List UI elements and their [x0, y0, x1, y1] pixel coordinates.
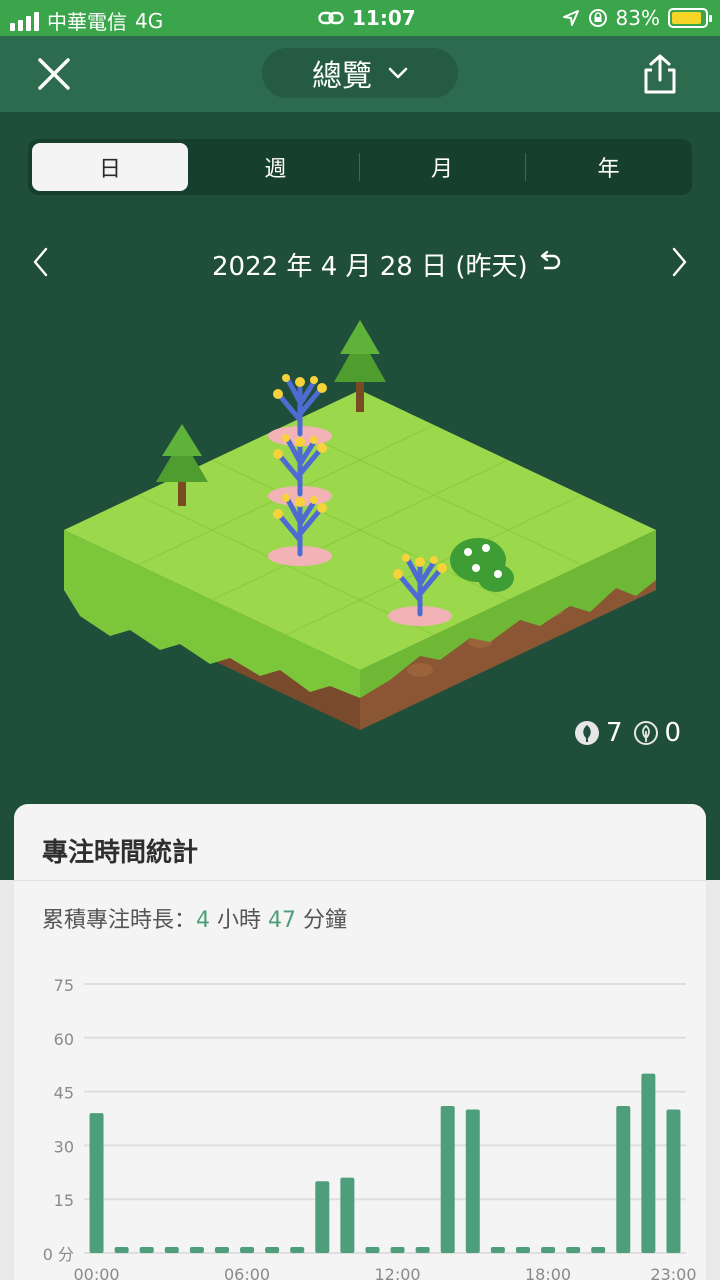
location-icon — [562, 10, 579, 26]
date-navigation: 2022 年 4 月 28 日 (昨天) — [0, 236, 720, 288]
clock-label: 11:07 — [352, 6, 416, 30]
bar[interactable] — [390, 1247, 405, 1253]
y-tick-label: 75 — [54, 976, 74, 995]
bar[interactable] — [365, 1247, 380, 1253]
bar[interactable] — [591, 1247, 606, 1253]
back-to-today-button[interactable] — [536, 248, 564, 276]
bar[interactable] — [641, 1073, 656, 1253]
bar[interactable] — [114, 1247, 129, 1253]
healthy-count-value: 7 — [606, 718, 623, 748]
bar[interactable] — [265, 1247, 280, 1253]
battery-label: 83% — [615, 6, 660, 30]
x-tick-label: 00:00 — [73, 1265, 119, 1280]
signal-icon — [10, 11, 39, 31]
bar[interactable] — [541, 1247, 556, 1253]
battery-icon — [668, 8, 712, 28]
y-tick-label: 45 — [54, 1084, 74, 1103]
bar[interactable] — [240, 1247, 255, 1253]
bar[interactable] — [315, 1181, 330, 1253]
y-tick-label: 15 — [54, 1191, 74, 1210]
bar[interactable] — [164, 1247, 179, 1253]
withered-count-value: 0 — [664, 718, 682, 748]
carrier-label: 中華電信 — [47, 10, 127, 34]
y-tick-label: 60 — [54, 1030, 74, 1049]
minutes-unit: 分鐘 — [303, 908, 348, 933]
bar[interactable] — [340, 1177, 355, 1253]
close-icon — [38, 58, 70, 90]
tab-month[interactable]: 月 — [358, 143, 526, 191]
bar[interactable] — [415, 1247, 430, 1253]
healthy-tree-icon — [575, 721, 599, 745]
focus-stats-card: 專注時間統計 累積專注時長：4 小時 47 分鐘 0 分 15 30 45 60 75 00… — [14, 804, 706, 1280]
hours-unit: 小時 — [217, 908, 262, 933]
bar[interactable] — [515, 1247, 530, 1253]
y-tick-label: 0 分 — [43, 1245, 74, 1264]
page-title: 總覽 — [312, 59, 372, 94]
withered-tree-icon — [633, 721, 658, 745]
bar[interactable] — [440, 1105, 455, 1253]
network-label: 4G — [135, 8, 164, 33]
chevron-down-icon — [388, 67, 408, 79]
card-title: 專注時間統計 — [42, 838, 199, 868]
status-right: 83% — [562, 6, 712, 30]
status-left: 中華電信 4G — [10, 6, 163, 35]
view-selector[interactable]: 總覽 — [262, 48, 458, 98]
total-hours: 4 — [196, 908, 211, 933]
bar[interactable] — [189, 1247, 204, 1253]
x-tick-label: 12:00 — [374, 1265, 420, 1280]
status-bar: 中華電信 4G 11:07 83% — [0, 0, 720, 36]
y-tick-label: 30 — [54, 1137, 74, 1156]
x-tick-label: 23:00 — [650, 1265, 696, 1280]
pine-tree-back — [334, 320, 386, 412]
bar[interactable] — [89, 1113, 104, 1253]
chevron-right-icon — [672, 247, 687, 277]
total-focus-summary: 累積專注時長：4 小時 47 分鐘 — [42, 902, 347, 934]
forest-island — [64, 320, 656, 730]
healthy-count: 7 — [574, 718, 623, 748]
card-divider — [14, 880, 706, 881]
bar[interactable] — [566, 1247, 581, 1253]
period-tabs: 日 週 月 年 — [28, 139, 692, 195]
tree-counts: 7 0 — [574, 718, 681, 748]
share-icon — [644, 54, 676, 94]
withered-count: 0 — [633, 718, 682, 748]
status-center: 11:07 — [318, 6, 416, 30]
summary-prefix: 累積專注時長： — [42, 908, 197, 933]
tab-year[interactable]: 年 — [525, 143, 692, 191]
previous-date-button[interactable] — [28, 246, 56, 278]
tab-day[interactable]: 日 — [32, 143, 188, 191]
total-minutes: 47 — [268, 908, 297, 933]
undo-icon — [540, 250, 561, 270]
bar[interactable] — [666, 1109, 681, 1253]
link-icon — [318, 11, 344, 25]
date-label: 2022 年 4 月 28 日 (昨天) — [212, 252, 528, 282]
focus-time-chart: 0 分 15 30 45 60 75 00:00 06:00 12:00 18:00 23:00 — [43, 976, 697, 1280]
next-date-button[interactable] — [664, 246, 692, 278]
rotation-lock-icon — [588, 9, 607, 27]
close-button[interactable] — [34, 54, 74, 94]
bar[interactable] — [490, 1247, 505, 1253]
x-tick-label: 06:00 — [224, 1265, 270, 1280]
x-tick-label: 18:00 — [525, 1265, 571, 1280]
tab-week[interactable]: 週 — [192, 143, 359, 191]
header: 總覽 — [0, 36, 720, 112]
bar[interactable] — [290, 1247, 305, 1253]
bar[interactable] — [139, 1247, 154, 1253]
bar[interactable] — [465, 1109, 480, 1253]
bar[interactable] — [616, 1105, 631, 1253]
chevron-left-icon — [33, 247, 48, 277]
bar[interactable] — [214, 1247, 229, 1253]
share-button[interactable] — [640, 52, 680, 96]
